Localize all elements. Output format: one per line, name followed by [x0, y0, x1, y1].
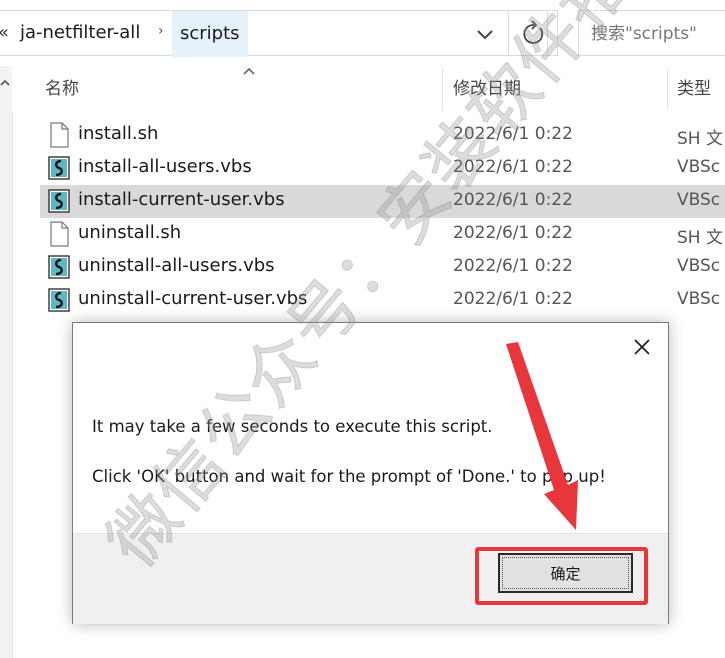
- close-icon[interactable]: [628, 333, 656, 361]
- file-name: uninstall.sh: [78, 222, 182, 243]
- breadcrumb-scripts[interactable]: scripts: [172, 11, 248, 57]
- breadcrumb-overflow-chevron[interactable]: «: [0, 22, 9, 43]
- file-type: VBSc: [677, 289, 721, 309]
- file-name: install.sh: [78, 123, 159, 144]
- chevron-down-icon[interactable]: [470, 23, 500, 45]
- vbs-script-icon: [48, 189, 70, 213]
- column-separator[interactable]: [442, 68, 443, 110]
- refresh-icon: [523, 20, 544, 44]
- ok-button[interactable]: 确定: [498, 553, 633, 593]
- navigation-pane[interactable]: [0, 66, 13, 658]
- generic-file-icon: [50, 122, 69, 148]
- file-type: VBSc: [677, 190, 721, 210]
- file-date: 2022/6/1 0:22: [453, 289, 573, 309]
- breadcrumb-ja-netfilter-all[interactable]: ja-netfilter-all: [20, 22, 140, 43]
- file-row-selected[interactable]: install-current-user.vbs 2022/6/1 0:22 V…: [40, 185, 725, 218]
- file-type: VBSc: [677, 256, 721, 276]
- search-box[interactable]: [578, 10, 725, 57]
- annotation-arrow-icon: [506, 342, 578, 530]
- vbs-script-icon: [48, 288, 70, 312]
- file-row[interactable]: install.sh 2022/6/1 0:22 SH 文: [40, 119, 725, 152]
- address-toolbar: « ja-netfilter-all › scripts: [0, 0, 725, 66]
- file-row[interactable]: uninstall-current-user.vbs 2022/6/1 0:22…: [40, 284, 725, 317]
- file-date: 2022/6/1 0:22: [453, 124, 573, 144]
- file-name: install-all-users.vbs: [78, 156, 252, 177]
- focus-ring: [502, 557, 629, 589]
- file-date: 2022/6/1 0:22: [453, 223, 573, 243]
- breadcrumb-separator[interactable]: ›: [158, 23, 164, 39]
- address-divider: [508, 11, 509, 55]
- address-bar[interactable]: « ja-netfilter-all › scripts: [0, 10, 548, 57]
- file-type: SH 文: [677, 228, 723, 248]
- file-name: uninstall-current-user.vbs: [78, 288, 308, 309]
- file-date: 2022/6/1 0:22: [453, 157, 573, 177]
- file-name: install-current-user.vbs: [78, 189, 285, 210]
- column-header-row: 名称 修改日期 类型: [12, 66, 725, 112]
- window-corner: [700, 618, 725, 658]
- nav-collapse-arrow-icon[interactable]: [0, 76, 10, 90]
- sort-ascending-icon: [243, 67, 255, 75]
- dialog-message-line1: It may take a few seconds to execute thi…: [92, 417, 493, 436]
- file-type: VBSc: [677, 157, 721, 177]
- column-type[interactable]: 类型: [677, 66, 711, 112]
- file-row[interactable]: uninstall-all-users.vbs 2022/6/1 0:22 VB…: [40, 251, 725, 284]
- vbs-script-icon: [48, 255, 70, 279]
- file-name: uninstall-all-users.vbs: [78, 255, 275, 276]
- refresh-button[interactable]: [510, 10, 558, 56]
- column-name[interactable]: 名称: [45, 66, 79, 112]
- file-row[interactable]: uninstall.sh 2022/6/1 0:22 SH 文: [40, 218, 725, 251]
- column-separator[interactable]: [667, 68, 668, 110]
- column-date-modified[interactable]: 修改日期: [453, 66, 521, 112]
- dialog-button-bar: 确定: [73, 533, 668, 624]
- vbs-script-icon: [48, 156, 70, 180]
- file-date: 2022/6/1 0:22: [453, 190, 573, 210]
- generic-file-icon: [50, 221, 69, 247]
- file-type: SH 文: [677, 129, 723, 149]
- file-date: 2022/6/1 0:22: [453, 256, 573, 276]
- search-input[interactable]: [579, 11, 725, 57]
- file-row[interactable]: install-all-users.vbs 2022/6/1 0:22 VBSc: [40, 152, 725, 185]
